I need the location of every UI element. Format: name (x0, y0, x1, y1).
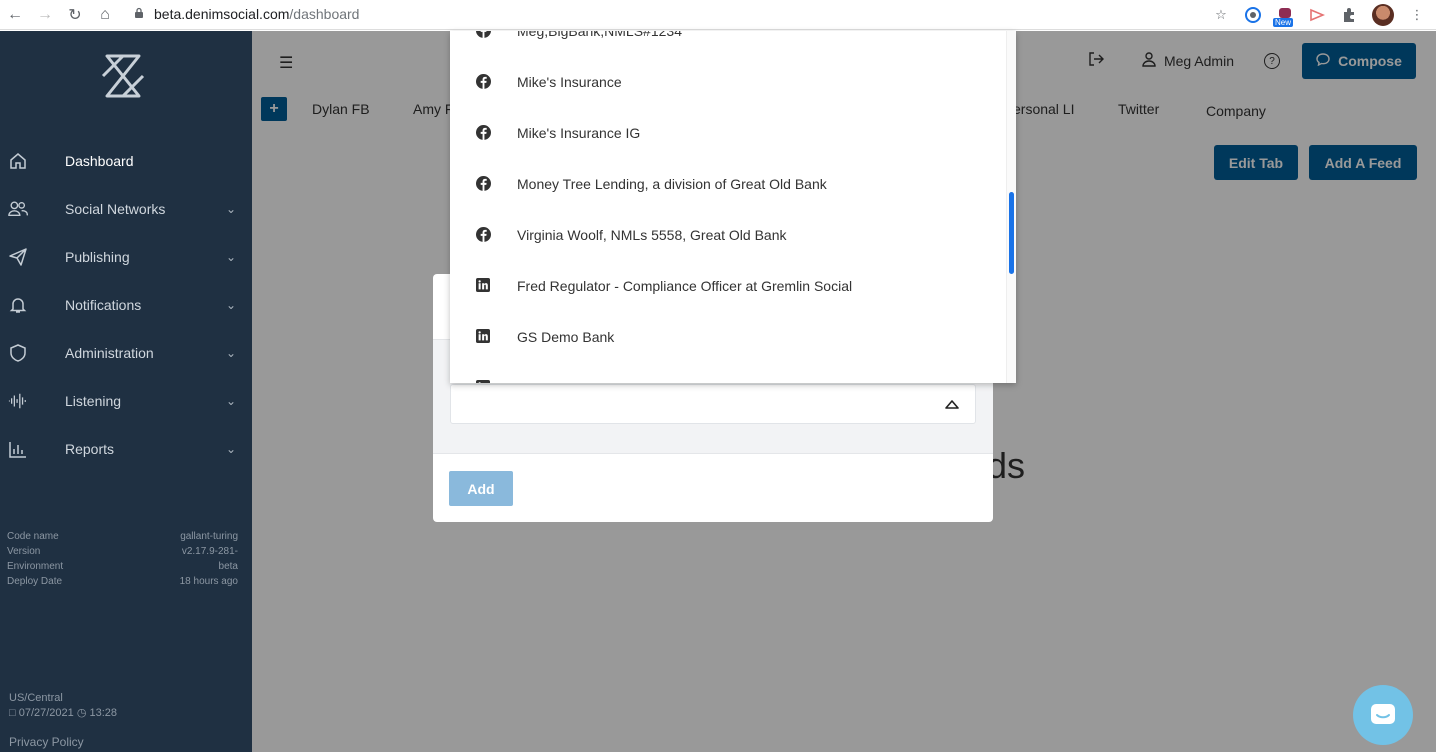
add-button[interactable]: Add (449, 471, 513, 506)
sidebar-item-reports[interactable]: Reports ⌄ (0, 425, 252, 473)
extension-icon-1[interactable] (1244, 6, 1262, 24)
new-badge: New (1273, 18, 1294, 27)
dropdown-option-label: Meg Jones (517, 380, 585, 384)
facebook-icon (476, 176, 491, 191)
home-icon (8, 151, 28, 171)
chevron-down-icon: ⌄ (225, 202, 236, 216)
dropdown-option[interactable]: Meg,BigBank,NMLS#1234 (450, 31, 1006, 56)
sidebar-item-label: Notifications (65, 297, 142, 313)
address-bar[interactable]: beta.denimsocial.com/dashboard (134, 2, 1234, 26)
forward-icon[interactable]: → (30, 1, 60, 29)
dropdown-options: Meg,BigBank,NMLS#1234 Mike's Insurance Mik… (450, 31, 1006, 383)
dropdown-option-label: GS Demo Bank (517, 328, 615, 345)
date-value: 07/27/2021 (18, 707, 74, 719)
sidebar-item-dashboard[interactable]: Dashboard (0, 137, 252, 185)
sidebar-item-label: Publishing (65, 249, 130, 265)
build-info-row: Environment beta (7, 561, 238, 572)
sidebar: Dashboard Social Networks ⌄ Publishing ⌄… (0, 31, 252, 752)
dropdown-scrollbar-thumb[interactable] (1009, 192, 1014, 274)
dropdown-option[interactable]: GS Demo Bank (450, 311, 1006, 362)
dropdown-option[interactable]: Money Tree Lending, a division of Great … (450, 158, 1006, 209)
lock-icon (134, 7, 148, 22)
dropdown-option-label: Mike's Insurance (517, 73, 622, 90)
dropdown-option[interactable]: Mike's Insurance IG (450, 107, 1006, 158)
paper-plane-icon (8, 247, 28, 267)
build-info-row: Version v2.17.9-281- (7, 546, 238, 557)
sidebar-item-listening[interactable]: Listening ⌄ (0, 377, 252, 425)
extension-icon-2[interactable]: New (1273, 6, 1294, 27)
datetime: □ 07/27/2021 ◷ 13:28 (9, 706, 117, 721)
dropdown-scrollbar[interactable] (1006, 31, 1016, 383)
waveform-icon (8, 391, 28, 411)
linkedin-icon (476, 380, 491, 383)
account-select[interactable] (450, 384, 976, 424)
facebook-icon (476, 125, 491, 140)
chevron-down-icon: ⌄ (225, 250, 236, 264)
url-path: /dashboard (289, 6, 360, 22)
chevron-down-icon: ⌄ (225, 298, 236, 312)
extension-icon-3[interactable] (1308, 6, 1326, 24)
sidebar-item-label: Listening (65, 393, 122, 409)
bar-chart-icon (8, 439, 28, 459)
sidebar-item-label: Reports (65, 441, 115, 457)
calendar-icon: □ (9, 707, 16, 719)
sidebar-item-social-networks[interactable]: Social Networks ⌄ (0, 185, 252, 233)
chevron-down-icon: ⌄ (225, 394, 236, 408)
account-dropdown-list: Meg,BigBank,NMLS#1234 Mike's Insurance Mik… (450, 31, 1016, 383)
build-info: Code name gallant-turing Version v2.17.9-2… (7, 529, 238, 589)
dropdown-option[interactable]: Fred Regulator - Compliance Officer at G… (450, 260, 1006, 311)
live-chat-button[interactable] (1353, 685, 1413, 745)
browser-toolbar: ← → ↻ ⌂ beta.denimsocial.com/dashboard ☆… (0, 0, 1436, 30)
profile-avatar[interactable] (1372, 4, 1394, 26)
modal-footer: Add (433, 454, 993, 522)
bookmark-star-icon[interactable]: ☆ (1212, 6, 1230, 24)
linkedin-icon (476, 278, 491, 293)
dropdown-option[interactable]: Meg Jones (450, 362, 1006, 383)
dropdown-option-label: Money Tree Lending, a division of Great … (517, 175, 827, 192)
build-info-row: Code name gallant-turing (7, 531, 238, 542)
shield-icon (8, 343, 28, 363)
chevron-down-icon: ⌄ (225, 346, 236, 360)
dropdown-option-label: Meg,BigBank,NMLS#1234 (517, 31, 682, 39)
sidebar-item-label: Dashboard (65, 153, 134, 169)
chat-icon (1371, 704, 1395, 724)
extensions-area: ☆ New ⋮ (1212, 3, 1426, 27)
chevron-down-icon: ⌄ (225, 442, 236, 456)
sidebar-item-publishing[interactable]: Publishing ⌄ (0, 233, 252, 281)
url-host: beta.denimsocial.com (154, 6, 290, 22)
build-info-row: Deploy Date 18 hours ago (7, 576, 238, 587)
timezone-info: US/Central □ 07/27/2021 ◷ 13:28 (9, 691, 117, 721)
denim-logo-icon[interactable] (100, 53, 146, 99)
sidebar-item-label: Social Networks (65, 201, 166, 217)
clock-icon: ◷ (76, 707, 87, 719)
dropdown-option-label: Mike's Insurance IG (517, 124, 641, 141)
puzzle-icon[interactable] (1340, 6, 1358, 24)
sidebar-item-label: Administration (65, 345, 154, 361)
time-value: 13:28 (89, 707, 118, 719)
back-icon[interactable]: ← (0, 1, 30, 29)
home-button-icon[interactable]: ⌂ (90, 1, 120, 29)
sidebar-nav: Dashboard Social Networks ⌄ Publishing ⌄… (0, 137, 252, 473)
sidebar-item-administration[interactable]: Administration ⌄ (0, 329, 252, 377)
reload-icon[interactable]: ↻ (60, 1, 90, 29)
users-icon (8, 199, 28, 219)
dropdown-option-label: Fred Regulator - Compliance Officer at G… (517, 277, 853, 294)
dropdown-option[interactable]: Virginia Woolf, NMLs 5558, Great Old Ban… (450, 209, 1006, 260)
sidebar-item-notifications[interactable]: Notifications ⌄ (0, 281, 252, 329)
facebook-icon (476, 31, 491, 38)
caret-up-icon (945, 400, 959, 409)
facebook-icon (476, 227, 491, 242)
dropdown-option-label: Virginia Woolf, NMLs 5558, Great Old Ban… (517, 226, 787, 243)
linkedin-icon (476, 329, 491, 344)
kebab-menu-icon[interactable]: ⋮ (1408, 6, 1426, 24)
bell-icon (8, 295, 28, 315)
privacy-policy-link[interactable]: Privacy Policy (9, 735, 84, 749)
facebook-icon (476, 74, 491, 89)
dropdown-option[interactable]: Mike's Insurance (450, 56, 1006, 107)
timezone-label: US/Central (9, 692, 63, 704)
